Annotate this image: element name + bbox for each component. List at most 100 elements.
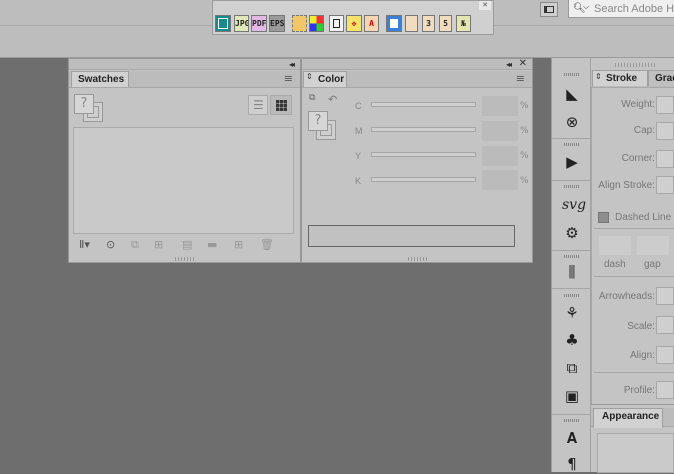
cap-button[interactable] [656, 122, 674, 140]
divider [552, 288, 592, 289]
yellow-slider[interactable] [371, 152, 476, 157]
resize-grip[interactable] [408, 257, 428, 261]
swatch-options-icon[interactable]: ⊞ [154, 238, 163, 251]
tab-gradient[interactable]: Grad [648, 70, 674, 86]
export-eps-button[interactable]: EPS [269, 15, 285, 32]
selection-icon[interactable] [292, 15, 307, 32]
close-icon[interactable]: ✕ [479, 1, 491, 10]
arrange-documents-button[interactable] [540, 2, 558, 17]
yellow-label: Y [355, 151, 362, 161]
panel-titlebar[interactable]: ◂◂ ✕ [302, 58, 532, 70]
symbols-club-icon[interactable]: ♣ [562, 330, 582, 350]
magenta-unit: % [520, 126, 529, 136]
resize-grip[interactable] [615, 63, 655, 67]
magenta-slider[interactable] [371, 127, 476, 132]
brushes-icon[interactable]: ⚘ [562, 303, 582, 323]
page-icon[interactable] [405, 15, 418, 32]
quick-tools-panel: ✕ JPG PDF EPS ✥ A 3 5 № [212, 0, 494, 35]
help-search[interactable]: 🔍︎ ⌵ Search Adobe He [568, 0, 674, 18]
layers-icon[interactable]: ⧉ [562, 358, 582, 378]
collapse-icon[interactable]: ◂◂ [289, 60, 295, 69]
text-a-button[interactable]: A [364, 15, 379, 32]
gradient-icon[interactable]: ◣ [562, 84, 582, 104]
export-pdf-button[interactable]: PDF [251, 15, 267, 32]
magenta-input[interactable] [482, 121, 518, 141]
default-colors-icon[interactable]: ⧉ [309, 93, 315, 103]
chevron-down-icon[interactable]: ⌵ [583, 2, 589, 12]
search-input[interactable]: Search Adobe He [594, 3, 674, 15]
divider [552, 138, 592, 139]
resize-grip[interactable] [564, 255, 580, 258]
tab-swatches[interactable]: Swatches [71, 71, 129, 87]
cyan-input[interactable] [482, 96, 518, 116]
panel-menu-icon[interactable]: ≡ [284, 72, 293, 85]
collapse-icon[interactable]: ◂◂ [506, 60, 512, 69]
color-group-icon[interactable]: ▤ [182, 238, 192, 251]
numero-button[interactable]: № [456, 15, 471, 32]
number-5-button[interactable]: 5 [439, 15, 452, 32]
scale-stepper[interactable] [656, 316, 674, 334]
panel-menu-icon[interactable]: ≡ [516, 72, 525, 85]
close-icon[interactable]: ✕ [519, 58, 527, 69]
number-3-button[interactable]: 3 [422, 15, 435, 32]
appearance-list[interactable] [597, 433, 674, 473]
profile-label: Profile: [623, 385, 655, 396]
new-folder-icon[interactable]: ▬ [207, 238, 217, 251]
actions-play-icon[interactable]: ▶ [562, 152, 582, 172]
swatches-list[interactable] [73, 127, 294, 234]
weight-label: Weight: [621, 99, 655, 110]
swatch-libraries-icon[interactable]: Ⅱ▾ [79, 238, 90, 251]
tab-appearance[interactable]: Appearance [593, 408, 663, 428]
dashed-line-checkbox[interactable] [598, 212, 609, 223]
dash-label: dash [604, 259, 626, 270]
weight-stepper[interactable] [656, 96, 674, 114]
fill-swatch-icon: ? [74, 94, 94, 114]
resize-grip[interactable] [564, 294, 580, 297]
list-view-button[interactable]: ☰ [248, 95, 268, 115]
copy-icon[interactable] [329, 15, 344, 32]
yellow-input[interactable] [482, 146, 518, 166]
new-swatch-icon[interactable]: ⊞ [234, 238, 243, 251]
export-jpg-button[interactable]: JPG [234, 15, 249, 32]
place-swatch-icon[interactable]: ⧉ [131, 238, 139, 252]
delete-swatch-icon[interactable]: 🗑︎ [260, 238, 274, 251]
cyan-slider[interactable] [371, 102, 476, 107]
svg-interactivity-button[interactable]: svg [562, 195, 586, 215]
character-styles-icon[interactable]: 𝐀 [562, 428, 582, 448]
align-stroke-button[interactable] [656, 176, 674, 194]
divider [594, 372, 674, 373]
black-input[interactable] [482, 170, 518, 190]
align-icon[interactable]: ⫼ [562, 262, 582, 282]
swap-colors-icon[interactable]: ↶ [328, 93, 337, 106]
panel-titlebar[interactable]: ◂◂ [69, 59, 300, 70]
gear-icon[interactable]: ⚙ [562, 223, 582, 243]
resize-grip[interactable] [564, 143, 580, 146]
grid-view-button[interactable] [270, 95, 292, 115]
black-slider[interactable] [371, 177, 476, 182]
artboard-icon[interactable] [215, 15, 231, 32]
resize-grip[interactable] [175, 257, 195, 261]
color-spectrum-bar[interactable] [308, 225, 515, 247]
fill-color-icon[interactable]: ? [308, 111, 328, 131]
cap-label: Cap: [633, 125, 655, 136]
move-icon[interactable]: ✥ [346, 15, 362, 32]
resize-grip[interactable] [564, 73, 580, 76]
rectangle-icon[interactable] [386, 15, 402, 32]
cyan-label: C [355, 101, 362, 111]
gap-input[interactable] [636, 235, 670, 256]
pages-icon[interactable]: ▣ [562, 386, 582, 406]
color-wheel-icon[interactable] [309, 15, 324, 32]
align-button[interactable] [656, 346, 674, 364]
paragraph-styles-icon[interactable]: ¶ [562, 454, 582, 474]
transparency-icon[interactable]: ⊗ [562, 112, 582, 132]
swatch-kind-icon[interactable]: ⊙ [106, 238, 115, 251]
align-stroke-label: Align Stroke: [598, 180, 655, 191]
resize-grip[interactable] [564, 419, 580, 422]
arrowheads-button[interactable] [656, 287, 674, 305]
list-view-icon: ☰ [253, 98, 264, 112]
resize-grip[interactable] [564, 185, 580, 188]
corner-button[interactable] [656, 150, 674, 168]
profile-select[interactable] [656, 381, 674, 399]
gap-label: gap [644, 259, 661, 270]
dash-input[interactable] [598, 235, 632, 256]
